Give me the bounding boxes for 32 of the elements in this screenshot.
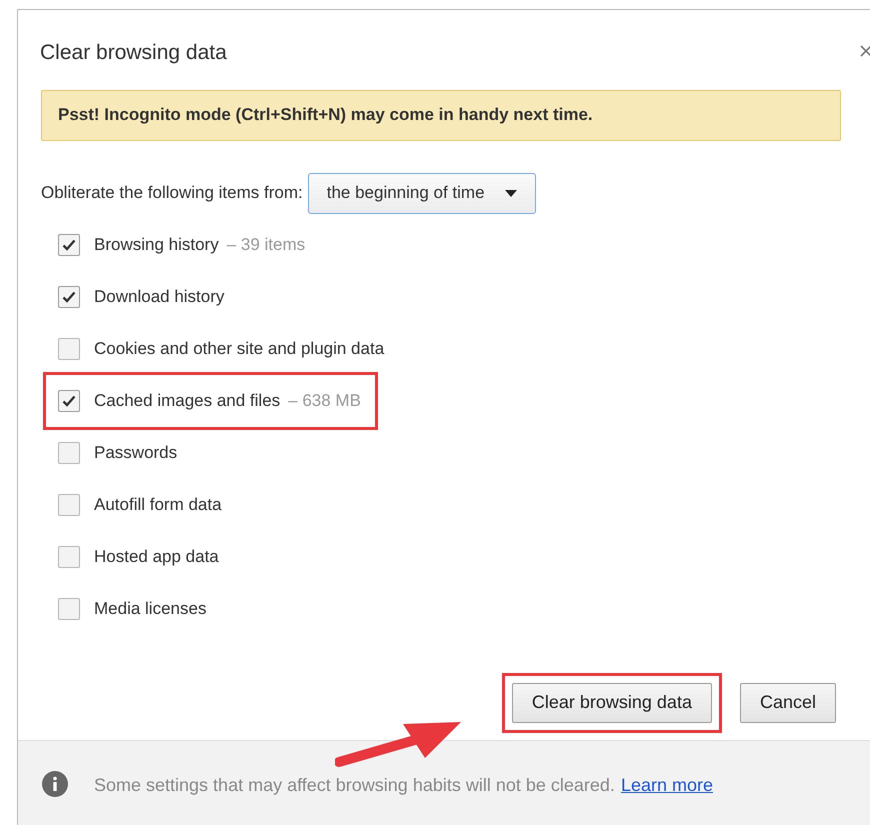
dialog-title: Clear browsing data [40,40,227,66]
learn-more-link[interactable]: Learn more [620,772,713,798]
checkbox[interactable] [58,286,80,308]
footer-note: Some settings that may affect browsing habits will not be cleared. [94,774,615,797]
item-label: Browsing history [94,234,219,256]
checkbox[interactable] [58,442,80,464]
item-label: Hosted app data [94,546,219,568]
checkmark-icon [62,290,76,302]
checkbox[interactable] [58,598,80,620]
item-label: Cookies and other site and plugin data [94,338,384,360]
item-label: Cached images and files [94,390,280,412]
item-detail: – 638 MB [288,390,361,412]
incognito-banner: Psst! Incognito mode (Ctrl+Shift+N) may come in handy next time. [41,90,841,140]
close-icon[interactable] [860,45,870,57]
checkbox[interactable] [58,234,80,256]
item-label: Autofill form data [94,494,222,516]
clear-data-button[interactable]: Clear browsing data [512,682,712,722]
checkmark-icon [62,238,76,250]
cancel-button[interactable]: Cancel [740,682,836,722]
caret-icon [504,190,517,196]
checkbox[interactable] [58,390,80,412]
checkmark-icon [62,394,76,406]
checkbox[interactable] [58,494,80,516]
info-icon [42,770,68,796]
time-range-dropdown[interactable]: the beginning of time [308,172,536,214]
range-label: Obliterate the following items from: [41,182,303,204]
item-label: Passwords [94,442,178,464]
item-label: Media licenses [94,598,206,620]
item-label: Download history [94,286,224,308]
checkbox[interactable] [58,546,80,568]
item-detail: – 39 items [226,234,306,256]
checkbox[interactable] [58,338,80,360]
